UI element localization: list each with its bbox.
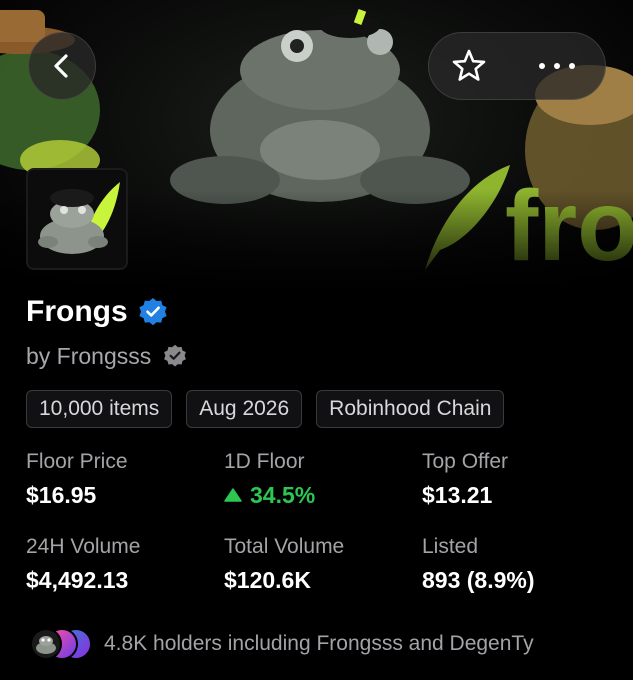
stat-value: 893 (8.9%)	[422, 567, 535, 593]
holders-text[interactable]: 4.8K holders including Frongsss and Dege…	[104, 632, 534, 656]
back-button[interactable]	[28, 32, 96, 100]
stat-value: $120.6K	[224, 567, 311, 593]
stat-label: Total Volume	[224, 535, 345, 558]
stat-value-change: 34.5%	[224, 480, 422, 510]
more-button[interactable]	[509, 33, 605, 99]
stat-change-text: 34.5%	[250, 482, 316, 508]
stat-label: 1D Floor	[224, 450, 305, 473]
verified-badge-icon	[139, 298, 167, 326]
verified-badge-gray-icon	[164, 344, 187, 367]
stat-24h-volume: 24H Volume $4,492.13	[26, 535, 224, 595]
favorite-button[interactable]	[429, 33, 509, 99]
chevron-left-icon	[54, 54, 68, 78]
holder-avatar	[30, 628, 62, 660]
collection-chips: 10,000 items Aug 2026 Robinhood Chain	[26, 390, 505, 428]
stat-label: Top Offer	[422, 450, 508, 473]
creator-link[interactable]: by Frongsss	[26, 343, 151, 370]
stat-label: Listed	[422, 535, 479, 558]
stat-1d-floor: 1D Floor 34.5%	[224, 450, 422, 510]
stat-label: 24H Volume	[26, 535, 141, 558]
holder-avatar-stack	[26, 626, 92, 662]
stat-value: $4,492.13	[26, 567, 129, 593]
stat-floor-price: Floor Price $16.95	[26, 450, 224, 510]
creator-row[interactable]: by Frongsss	[26, 340, 187, 372]
holders-row[interactable]: 4.8K holders including Frongsss and Dege…	[26, 624, 534, 664]
collection-name: Frongs	[26, 295, 128, 328]
chip-chain[interactable]: Robinhood Chain	[316, 390, 505, 428]
triangle-up-icon	[224, 488, 242, 502]
stats-grid: Floor Price $16.95 1D Floor 34.5% Top Of…	[26, 450, 626, 620]
collection-title-row: Frongs	[26, 292, 168, 332]
stat-listed: Listed 893 (8.9%)	[422, 535, 620, 595]
stat-label: Floor Price	[26, 450, 128, 473]
collection-avatar	[26, 168, 128, 270]
star-outline-icon	[452, 49, 486, 81]
stat-total-volume: Total Volume $120.6K	[224, 535, 422, 595]
chip-date: Aug 2026	[186, 390, 303, 428]
header-actions	[428, 32, 606, 100]
frog-avatar-image	[28, 170, 126, 268]
chip-items: 10,000 items	[26, 390, 173, 428]
stat-value: $16.95	[26, 482, 97, 508]
stat-top-offer: Top Offer $13.21	[422, 450, 620, 510]
stat-value: $13.21	[422, 482, 493, 508]
more-horizontal-icon	[539, 63, 575, 69]
